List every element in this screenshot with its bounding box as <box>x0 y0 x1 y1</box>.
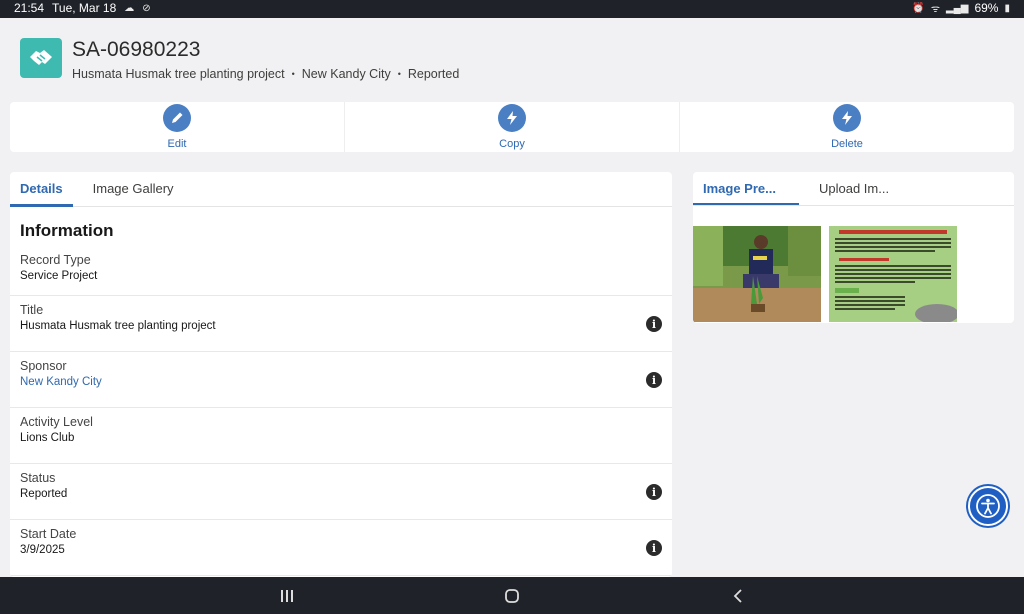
tab-details[interactable]: Details <box>10 172 73 207</box>
field-sponsor: Sponsor New Kandy City i <box>10 352 672 408</box>
subtitle-project-name: Husmata Husmak tree planting project <box>72 67 285 81</box>
system-navigation-bar <box>0 577 1024 614</box>
recent-apps-icon <box>281 589 293 602</box>
info-icon[interactable]: i <box>646 484 662 500</box>
field-start-date: Start Date 3/9/2025 i <box>10 520 672 576</box>
alarm-icon: ⏰ <box>912 2 925 14</box>
record-title: SA-06980223 <box>72 38 201 61</box>
info-icon[interactable]: i <box>646 372 662 388</box>
tab-image-gallery[interactable]: Image Gallery <box>83 172 184 206</box>
action-bar: Edit Copy Delete <box>10 102 1014 152</box>
field-value: Husmata Husmak tree planting project <box>20 320 216 332</box>
field-label: Start Date <box>20 527 77 541</box>
delete-button[interactable]: Delete <box>680 102 1014 152</box>
lightning-icon <box>833 104 861 132</box>
tab-upload-image[interactable]: Upload Im... <box>809 172 915 205</box>
field-value: Service Project <box>20 270 98 282</box>
cloud-icon: ☁ <box>124 2 135 14</box>
sponsor-link[interactable]: New Kandy City <box>20 376 662 388</box>
field-title: Title Husmata Husmak tree planting proje… <box>10 296 672 352</box>
copy-button[interactable]: Copy <box>345 102 680 152</box>
field-value: 3/9/2025 <box>20 544 65 556</box>
image-panel: Image Pre... Upload Im... <box>693 172 1014 323</box>
delete-button-label: Delete <box>831 138 863 150</box>
accessibility-button[interactable] <box>968 486 1008 526</box>
handshake-icon <box>20 38 62 78</box>
lightning-icon <box>498 104 526 132</box>
edit-button[interactable]: Edit <box>10 102 345 152</box>
system-status-bar: 21:54 Tue, Mar 18 ☁ ⊘ ⏰ ᯤ ▂▄▆ 69% ▮ <box>0 0 1024 18</box>
accessibility-icon <box>976 494 1000 518</box>
image-tabs: Image Pre... Upload Im... <box>693 172 1014 206</box>
battery-level: 69% <box>974 1 999 15</box>
signal-icon: ▂▄▆ <box>945 2 969 14</box>
field-label: Activity Level <box>20 415 93 429</box>
details-panel: Details Image Gallery Information Record… <box>10 172 672 577</box>
info-icon[interactable]: i <box>646 316 662 332</box>
subtitle-sponsor: New Kandy City <box>301 67 391 81</box>
copy-button-label: Copy <box>499 138 525 150</box>
sync-icon: ⊘ <box>142 2 151 14</box>
battery-icon: ▮ <box>1004 2 1010 14</box>
record-subtitle: Husmata Husmak tree planting project • N… <box>72 67 459 81</box>
pencil-icon <box>163 104 191 132</box>
field-label: Title <box>20 303 44 317</box>
image-thumbnails <box>693 206 1014 323</box>
field-record-type: Record Type Service Project <box>10 253 672 296</box>
field-label: Status <box>20 471 56 485</box>
separator-dot: • <box>397 69 401 79</box>
back-icon <box>733 588 742 603</box>
record-header: SA-06980223 Husmata Husmak tree planting… <box>0 18 1024 100</box>
image-thumbnail-planting-photo[interactable] <box>693 226 821 322</box>
field-label: Sponsor <box>20 359 67 373</box>
field-activity-level: Activity Level Lions Club <box>10 408 672 464</box>
info-icon[interactable]: i <box>646 540 662 556</box>
details-tabs: Details Image Gallery <box>10 172 672 207</box>
status-date: Tue, Mar 18 <box>52 1 117 15</box>
home-button[interactable] <box>482 577 542 614</box>
field-value: Reported <box>20 488 68 500</box>
back-button[interactable] <box>708 577 768 614</box>
tab-image-preview[interactable]: Image Pre... <box>693 172 799 205</box>
wifi-icon: ᯤ <box>930 4 940 15</box>
edit-button-label: Edit <box>167 138 187 150</box>
recent-apps-button[interactable] <box>257 577 317 614</box>
field-status: Status Reported i <box>10 464 672 520</box>
separator-dot: • <box>291 69 295 79</box>
section-heading: Information <box>20 221 114 240</box>
clock-time: 21:54 <box>14 1 45 15</box>
field-value: Lions Club <box>20 432 75 444</box>
home-icon <box>505 588 519 603</box>
image-thumbnail-document[interactable] <box>829 226 957 322</box>
field-label: Record Type <box>20 253 91 267</box>
subtitle-status: Reported <box>407 67 460 81</box>
